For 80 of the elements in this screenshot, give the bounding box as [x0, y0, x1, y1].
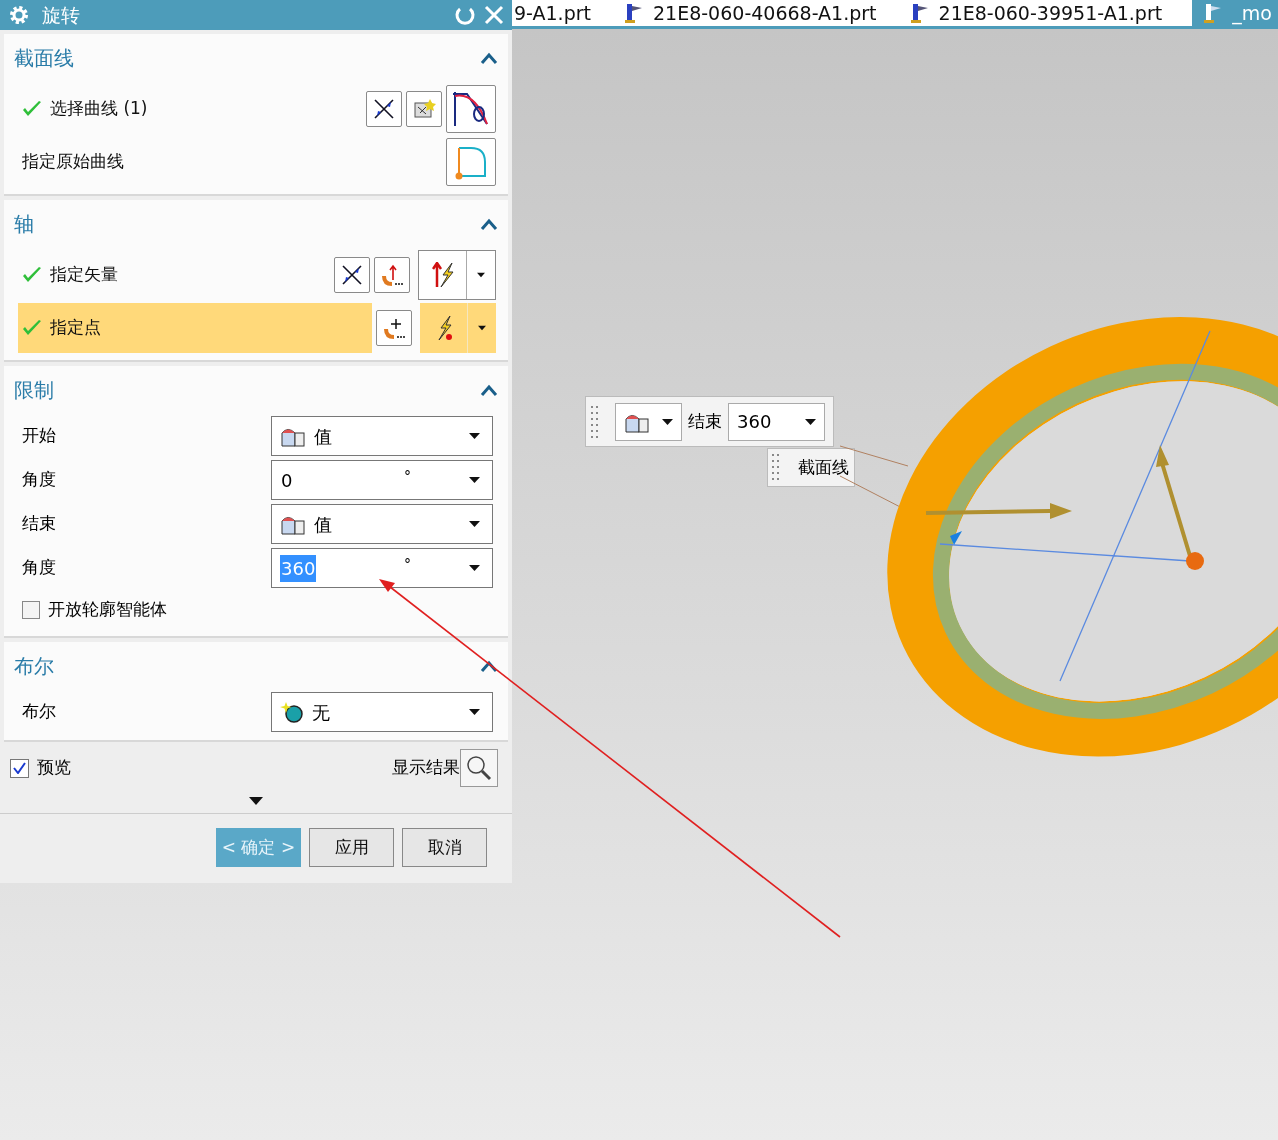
- inferred-vector-button[interactable]: [374, 256, 410, 293]
- tab-label: 21E8-060-40668-A1.prt: [653, 0, 877, 26]
- tab-label: _mo: [1232, 0, 1272, 27]
- dropdown-caret-icon: [478, 324, 486, 331]
- limit-type-dropdown[interactable]: [615, 402, 682, 441]
- expand-more-icon[interactable]: [249, 796, 263, 805]
- row-label: 指定点: [50, 315, 101, 339]
- dialog-button[interactable]: 应用: [309, 828, 394, 867]
- dropdown-field[interactable]: 值: [271, 416, 493, 456]
- collapse-chevron-icon[interactable]: [480, 218, 498, 230]
- degree-unit: °: [404, 554, 411, 574]
- field-label: 角度: [22, 468, 56, 492]
- row-label: 指定原始曲线: [22, 149, 124, 173]
- dialog-button[interactable]: 取消: [402, 828, 487, 867]
- cross-arrows-icon: [340, 262, 364, 287]
- tab-label: 9-A1.prt: [514, 0, 591, 26]
- show-result-label: 显示结果: [392, 756, 460, 780]
- field-label: 角度: [22, 556, 56, 580]
- point-dialog-button[interactable]: [376, 309, 412, 346]
- dropdown-value: 值: [314, 424, 333, 449]
- dropdown-value: 无: [312, 700, 331, 725]
- dropdown-caret-icon: [469, 565, 480, 571]
- file-tab[interactable]: 21E8-060-40668-A1.prt: [621, 0, 907, 26]
- file-tab[interactable]: 9-A1.prt: [512, 0, 621, 26]
- collapse-chevron-icon[interactable]: [480, 384, 498, 396]
- checkbox[interactable]: [22, 601, 40, 619]
- end-value: 360: [737, 410, 773, 434]
- dropdown-value: 值: [314, 512, 333, 537]
- preview-label: 预览: [37, 756, 71, 780]
- field-label: 开始: [22, 424, 56, 448]
- section-title: 限制: [14, 377, 54, 404]
- dropdown-caret-icon: [477, 271, 485, 278]
- search-icon: [466, 755, 492, 781]
- dropdown-caret-icon: [469, 477, 480, 483]
- curve-rule-button[interactable]: [366, 90, 402, 127]
- sparkle-ball-icon: [280, 701, 304, 723]
- section-title: 布尔: [14, 653, 54, 680]
- selection-row[interactable]: 指定原始曲线: [18, 136, 442, 187]
- dialog-title: 旋转: [42, 2, 81, 28]
- section-title: 轴: [14, 211, 34, 238]
- angle-field[interactable]: 360 °: [271, 548, 493, 588]
- angle-value: 360: [280, 554, 317, 582]
- cross-arrows-icon: [372, 96, 396, 121]
- search-button[interactable]: [460, 749, 498, 787]
- checkbox-label: 开放轮廓智能体: [48, 598, 167, 622]
- vector-split-button[interactable]: [418, 249, 496, 300]
- curve-profile-icon: [451, 89, 491, 128]
- dropdown-caret-icon: [469, 433, 480, 439]
- section-title: 截面线: [14, 45, 74, 72]
- dropdown-caret-icon: [662, 418, 673, 425]
- angle-field[interactable]: 0 °: [271, 460, 493, 500]
- select-curve-button[interactable]: [446, 84, 496, 133]
- field-label: 结束: [22, 512, 56, 536]
- end-value-field[interactable]: 360: [728, 402, 825, 441]
- close-icon[interactable]: [484, 5, 504, 25]
- row-label: 选择曲线 (1): [50, 96, 148, 120]
- selection-row[interactable]: 指定点: [18, 302, 372, 353]
- preview-checkbox[interactable]: [10, 758, 29, 778]
- end-label: 结束: [688, 409, 722, 433]
- row-label: 指定矢量: [50, 262, 118, 286]
- dropdown-caret-icon: [469, 521, 480, 527]
- dropdown-field[interactable]: 无: [271, 692, 493, 732]
- selection-row[interactable]: 选择曲线 (1): [18, 83, 362, 134]
- arrow-bolt-icon: [431, 261, 454, 288]
- collapse-chevron-icon[interactable]: [480, 52, 498, 64]
- dropdown-caret-icon: [805, 418, 816, 425]
- dropdown-field[interactable]: 值: [271, 504, 493, 544]
- angle-value: 0: [280, 468, 294, 493]
- collapse-chevron-icon[interactable]: [480, 660, 498, 672]
- tab-label: 21E8-060-39951-A1.prt: [938, 0, 1163, 26]
- tag-text: 截面线: [798, 455, 849, 479]
- check-icon: [13, 762, 26, 774]
- point-split-button[interactable]: [420, 302, 496, 353]
- dropdown-caret-icon: [469, 709, 480, 715]
- reverse-direction-button[interactable]: [334, 256, 370, 293]
- selection-row[interactable]: 指定矢量: [18, 249, 330, 300]
- settings-icon[interactable]: [8, 4, 30, 26]
- field-label: 布尔: [22, 700, 56, 724]
- file-tab[interactable]: 21E8-060-39951-A1.prt: [906, 0, 1193, 26]
- degree-unit: °: [404, 466, 411, 486]
